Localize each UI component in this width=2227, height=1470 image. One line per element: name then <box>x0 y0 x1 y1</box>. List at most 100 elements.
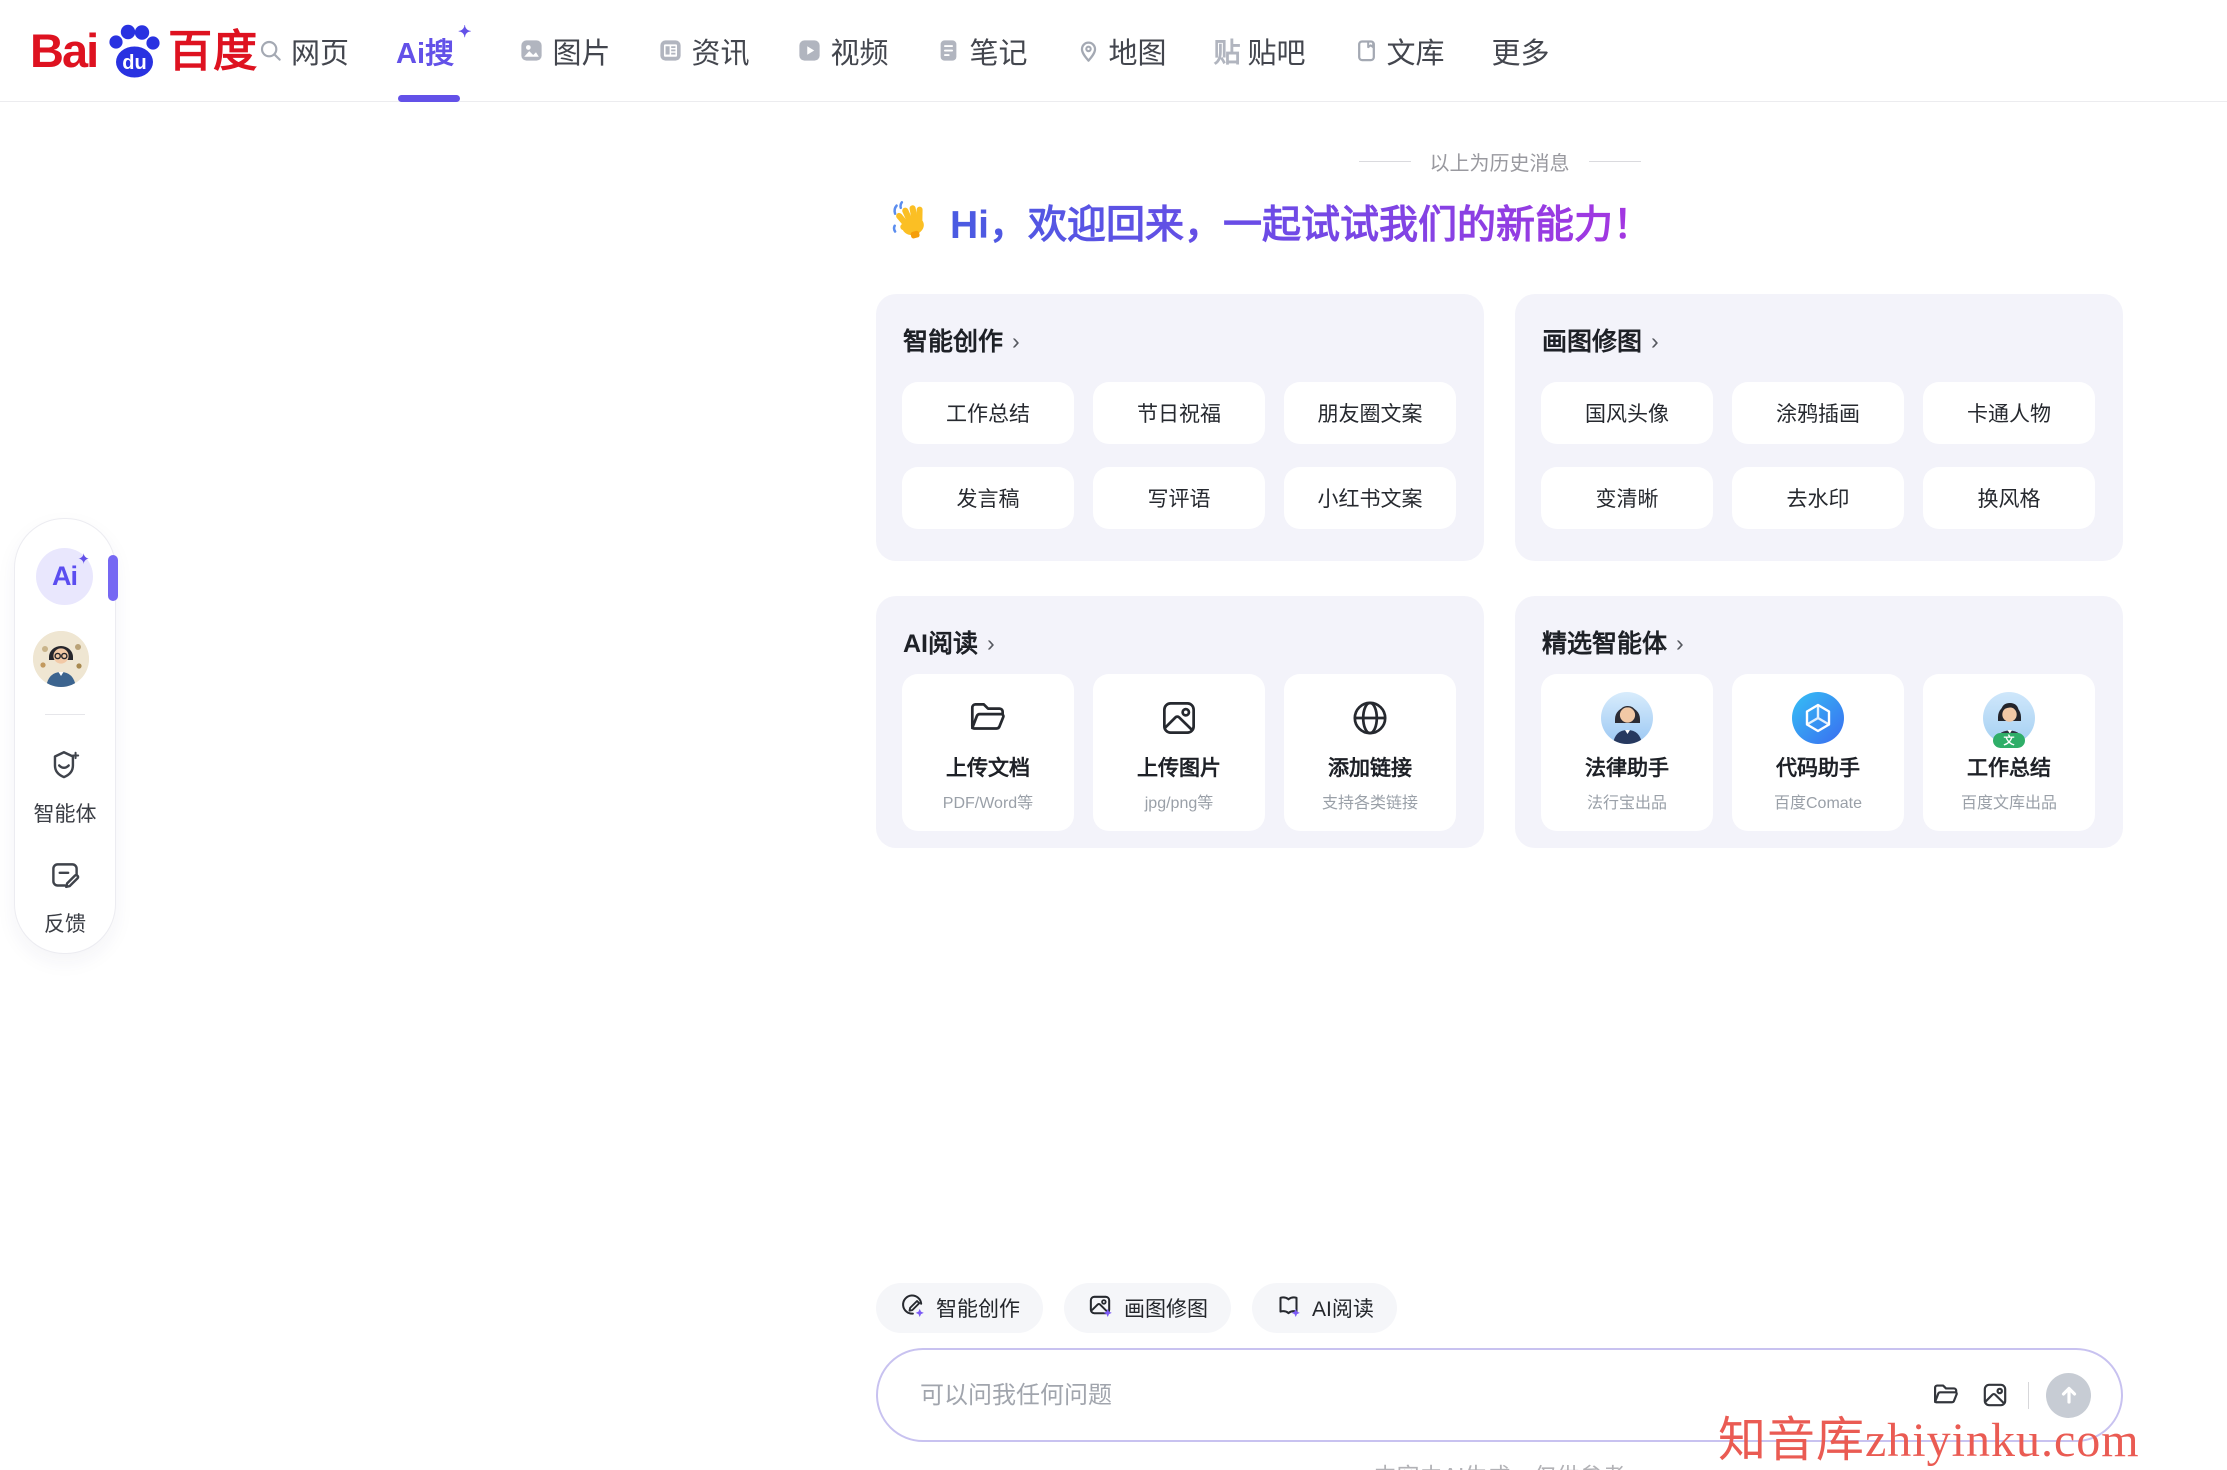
tile-group: 上传文档 PDF/Word等 上传图片 jpg/png等 <box>902 674 1462 831</box>
folder-icon <box>965 693 1011 743</box>
pill-holiday-greeting[interactable]: 节日祝福 <box>1093 382 1265 444</box>
sparkle-icon: ✦ <box>77 550 90 568</box>
tile-label: 法律助手 <box>1585 752 1669 782</box>
tile-sublabel: 法行宝出品 <box>1587 789 1667 813</box>
card-title-text: 精选智能体 <box>1542 624 1667 660</box>
pill-change-style[interactable]: 换风格 <box>1923 467 2095 529</box>
chip-label: 画图修图 <box>1124 1293 1208 1323</box>
pill-doodle-illustration[interactable]: 涂鸦插画 <box>1732 382 1904 444</box>
pill-work-summary[interactable]: 工作总结 <box>902 382 1074 444</box>
tile-upload-image[interactable]: 上传图片 jpg/png等 <box>1093 674 1265 831</box>
comate-logo <box>1792 693 1844 743</box>
feedback-icon <box>46 857 84 900</box>
tile-sublabel: 百度文库出品 <box>1961 789 2057 813</box>
svg-text:du: du <box>122 52 146 74</box>
history-divider-text: 以上为历史消息 <box>1430 147 1570 176</box>
pen-sparkle-icon <box>899 1292 926 1325</box>
pill-moments-copy[interactable]: 朋友圈文案 <box>1284 382 1456 444</box>
chip-ai-reading[interactable]: AI阅读 <box>1252 1283 1397 1333</box>
ai-search-shortcut[interactable]: Ai ✦ <box>36 548 93 605</box>
logo-cjk: 百度 <box>168 22 258 82</box>
law-assistant-avatar <box>1601 693 1653 743</box>
chip-draw-edit[interactable]: 画图修图 <box>1064 1283 1231 1333</box>
nav-item-video[interactable]: 视频 <box>796 0 888 101</box>
book-sparkle-icon <box>1275 1292 1302 1325</box>
card-ai-reading: AI阅读 › 上传文档 PDF/Word等 <box>876 596 1484 848</box>
nav-item-maps[interactable]: 地图 <box>1075 0 1167 101</box>
active-indicator-bar <box>108 555 118 601</box>
floating-side-panel: Ai ✦ <box>14 518 116 954</box>
sparkle-icon: ✦ <box>458 22 471 42</box>
map-pin-icon <box>1075 37 1102 64</box>
tile-law-assistant[interactable]: 法律助手 法行宝出品 <box>1541 674 1713 831</box>
tile-sublabel: jpg/png等 <box>1145 789 1214 813</box>
greeting-banner: Hi，欢迎回来，一起试试我们的新能力！ <box>888 194 1652 250</box>
nav-label: 贴吧 <box>1248 30 1306 72</box>
tile-group: 法律助手 法行宝出品 代码助手 百度Comate <box>1541 674 2101 831</box>
pill-group: 国风头像 涂鸦插画 卡通人物 变清晰 去水印 换风格 <box>1541 382 2101 529</box>
pill-cartoon-character[interactable]: 卡通人物 <box>1923 382 2095 444</box>
nav-item-images[interactable]: 图片 <box>518 0 610 101</box>
tile-label: 添加链接 <box>1328 752 1412 782</box>
wenku-badge: 文 <box>1993 733 2025 748</box>
card-ai-reading-title[interactable]: AI阅读 › <box>903 624 995 660</box>
baidu-logo[interactable]: Bai du 百度 <box>30 20 258 82</box>
waving-hand-icon <box>888 197 934 248</box>
news-icon <box>657 37 684 64</box>
pill-remove-watermark[interactable]: 去水印 <box>1732 467 1904 529</box>
tile-work-summary-agent[interactable]: 文 工作总结 百度文库出品 <box>1923 674 2095 831</box>
site-watermark: 知音库zhiyinku.com <box>1718 1400 2140 1470</box>
video-icon <box>796 37 823 64</box>
user-avatar[interactable] <box>33 631 89 687</box>
nav-label: 网页 <box>291 30 349 72</box>
tile-add-link[interactable]: 添加链接 支持各类链接 <box>1284 674 1456 831</box>
divider-line <box>1359 161 1411 162</box>
image-sparkle-icon <box>1087 1292 1114 1325</box>
card-draw-edit: 画图修图 › 国风头像 涂鸦插画 卡通人物 变清晰 去水印 换风格 <box>1515 294 2123 561</box>
nav-item-tieba[interactable]: 贴 贴吧 <box>1214 0 1306 101</box>
top-navigation-bar: Bai du 百度 网页 Ai搜 <box>0 0 2227 102</box>
agent-icon <box>46 747 84 790</box>
nav-label: 地图 <box>1109 30 1167 72</box>
nav-item-more[interactable]: 更多 <box>1492 0 1550 101</box>
card-featured-agents-title[interactable]: 精选智能体 › <box>1542 624 1684 660</box>
composer-input[interactable] <box>918 1352 1842 1440</box>
nav-item-ai-search[interactable]: Ai搜 ✦ <box>396 0 471 101</box>
nav-label: Ai搜 <box>396 30 454 72</box>
chevron-right-icon: › <box>1012 328 1020 355</box>
tile-code-assistant[interactable]: 代码助手 百度Comate <box>1732 674 1904 831</box>
pill-guofeng-avatar[interactable]: 国风头像 <box>1541 382 1713 444</box>
tile-upload-document[interactable]: 上传文档 PDF/Word等 <box>902 674 1074 831</box>
pill-xiaohongshu-copy[interactable]: 小红书文案 <box>1284 467 1456 529</box>
pill-group: 工作总结 节日祝福 朋友圈文案 发言稿 写评语 小红书文案 <box>902 382 1462 529</box>
nav-item-news[interactable]: 资讯 <box>657 0 749 101</box>
card-draw-edit-title[interactable]: 画图修图 › <box>1542 322 1659 358</box>
nav-label: 更多 <box>1492 30 1550 72</box>
greeting-text: Hi，欢迎回来，一起试试我们的新能力！ <box>950 194 1652 250</box>
nav-item-notes[interactable]: 笔记 <box>935 0 1027 101</box>
panel-divider <box>45 714 85 715</box>
nav-label: 图片 <box>552 30 610 72</box>
chip-smart-writing[interactable]: 智能创作 <box>876 1283 1043 1333</box>
sidebar-item-agents[interactable]: 智能体 <box>15 747 115 828</box>
nav-item-web[interactable]: 网页 <box>258 0 349 101</box>
card-smart-writing-title[interactable]: 智能创作 › <box>903 322 1020 358</box>
sidebar-item-feedback[interactable]: 反馈 <box>15 857 115 938</box>
primary-nav: 网页 Ai搜 ✦ 图片 资讯 <box>258 0 1597 101</box>
history-divider: 以上为历史消息 <box>876 147 2123 176</box>
nav-label: 文库 <box>1387 30 1445 72</box>
nav-item-wenku[interactable]: 文库 <box>1353 0 1445 101</box>
pill-speech-draft[interactable]: 发言稿 <box>902 467 1074 529</box>
active-tab-underline <box>398 95 460 102</box>
card-smart-writing: 智能创作 › 工作总结 节日祝福 朋友圈文案 发言稿 写评语 小红书文案 <box>876 294 1484 561</box>
nav-label: 视频 <box>830 30 888 72</box>
wenku-icon <box>1353 37 1380 64</box>
tile-sublabel: 百度Comate <box>1774 789 1862 813</box>
tile-label: 上传文档 <box>946 752 1030 782</box>
globe-icon <box>1347 693 1393 743</box>
pill-enhance-clarity[interactable]: 变清晰 <box>1541 467 1713 529</box>
pill-write-comment[interactable]: 写评语 <box>1093 467 1265 529</box>
baidu-ai-search-page: Bai du 百度 网页 Ai搜 <box>0 0 2227 1470</box>
nav-label: 笔记 <box>969 30 1027 72</box>
search-icon <box>258 38 284 64</box>
